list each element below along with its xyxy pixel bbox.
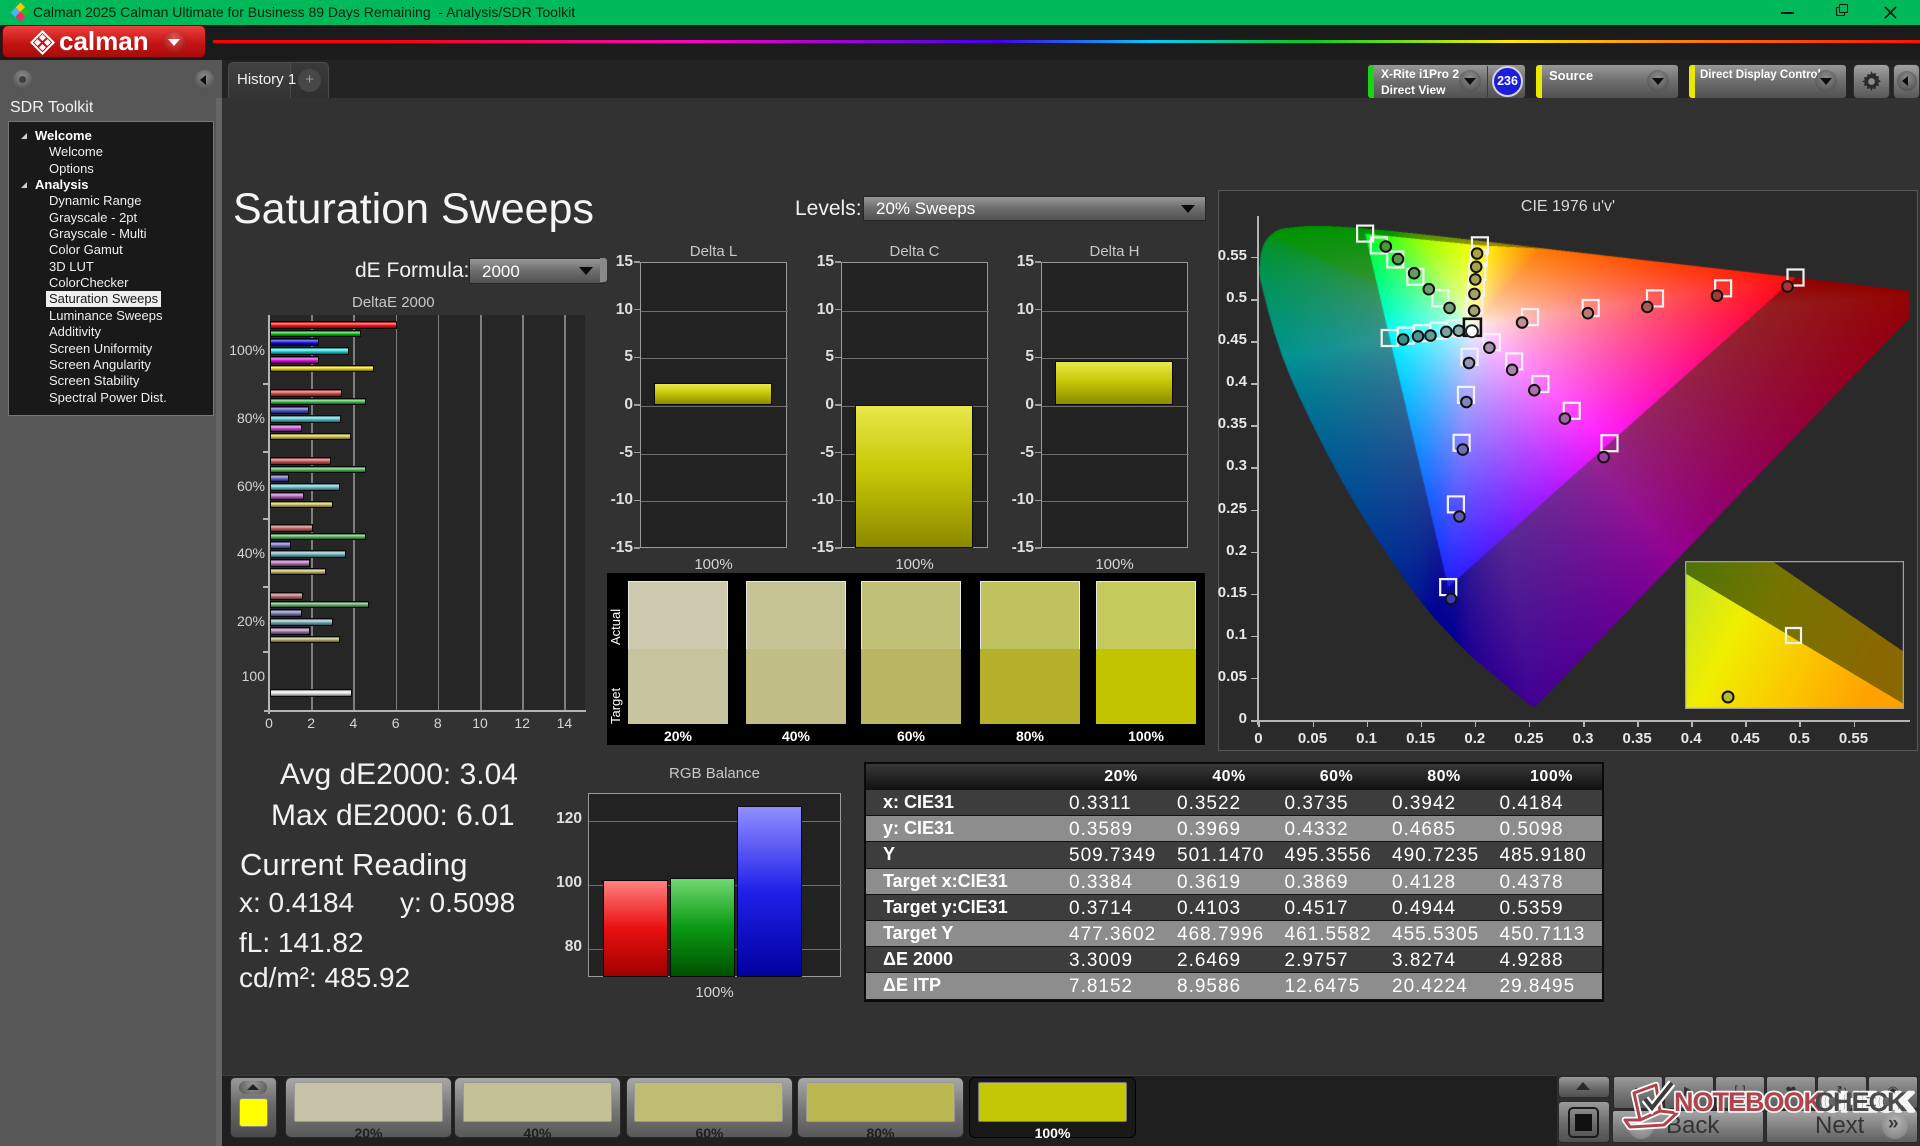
svg-text:NOTEBOOK: NOTEBOOK	[1674, 1087, 1824, 1117]
svg-text:CHECK: CHECK	[1815, 1087, 1908, 1117]
